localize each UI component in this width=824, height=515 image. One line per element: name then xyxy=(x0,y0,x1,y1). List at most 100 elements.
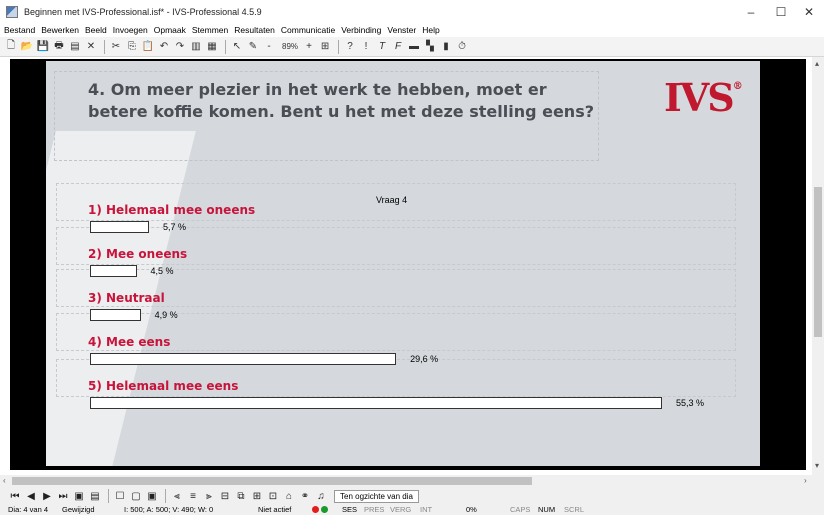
slide-view-icon[interactable]: ▣ xyxy=(72,489,86,503)
status-scrl: SCRL xyxy=(564,505,585,514)
layout-1-icon[interactable]: ☐ xyxy=(113,489,127,503)
cut-icon[interactable]: ✂ xyxy=(109,40,123,54)
slide-navigation: ⏮ ◀ ▶ ⏭ ▣ ▤ ☐ ▢ ▣ ⫷ ≡ ⫸ ⊟ ⧉ ⊞ ⊡ ⌂ ⚭ ♫ Te… xyxy=(0,487,824,505)
status-int: INT xyxy=(420,505,433,514)
align-center-icon[interactable]: ≡ xyxy=(186,489,200,503)
result-value-label: 29,6 % xyxy=(410,354,439,364)
answer-label: 1) Helemaal mee oneens xyxy=(88,203,256,217)
menu-stemmen[interactable]: Stemmen xyxy=(192,25,228,35)
properties-icon[interactable]: ▤ xyxy=(68,40,82,54)
status-verg: VERG xyxy=(390,505,412,514)
close-button[interactable]: ✕ xyxy=(794,0,824,23)
status-modified: Gewijzigd xyxy=(62,505,95,514)
answer-label: 5) Helemaal mee eens xyxy=(88,379,239,393)
maximize-button[interactable]: ☐ xyxy=(766,0,796,23)
scroll-right-icon[interactable]: › xyxy=(804,476,807,485)
copy-icon[interactable]: ⎘ xyxy=(125,40,139,54)
layout-2-icon[interactable]: ▢ xyxy=(129,489,143,503)
ivs-logo: IVS® xyxy=(664,75,744,120)
ungroup-icon[interactable]: ⊡ xyxy=(266,489,280,503)
zoom-in-icon[interactable]: + xyxy=(302,40,316,54)
scroll-left-icon[interactable]: ‹ xyxy=(3,476,6,485)
scroll-up-icon[interactable]: ▴ xyxy=(815,59,819,68)
horizontal-scroll-thumb[interactable] xyxy=(12,477,532,485)
result-value-label: 55,3 % xyxy=(676,398,705,408)
save-icon[interactable]: 💾 xyxy=(36,40,50,54)
menu-venster[interactable]: Venster xyxy=(387,25,416,35)
toolbar: 🗋 📂 💾 🖶 ▤ ✕ ✂ ⎘ 📋 ↶ ↷ ▥ ▦ ↖ ✎ - 89% + ⊞ … xyxy=(0,37,824,57)
horizontal-scrollbar[interactable]: ‹ › xyxy=(0,475,824,487)
pointer-icon[interactable]: ↖ xyxy=(230,40,244,54)
menu-bewerken[interactable]: Bewerken xyxy=(41,25,79,35)
window-title: Beginnen met IVS-Professional.isf* - IVS… xyxy=(24,6,262,17)
status-ses: SES xyxy=(342,505,358,514)
result-value-label: 4,9 % xyxy=(154,310,178,320)
menu-communicatie[interactable]: Communicatie xyxy=(281,25,335,35)
question-icon[interactable]: ? xyxy=(343,40,357,54)
exclamation-icon[interactable]: ! xyxy=(359,40,373,54)
status-slide: Dia: 4 van 4 xyxy=(8,505,49,514)
scroll-down-icon[interactable]: ▾ xyxy=(815,461,819,470)
minimize-button[interactable]: – xyxy=(736,0,766,23)
zoom-out-icon[interactable]: - xyxy=(262,40,276,54)
order-icon[interactable]: ⧉ xyxy=(234,489,248,503)
toolbar-separator xyxy=(165,489,166,503)
redo-icon[interactable]: ↷ xyxy=(173,40,187,54)
bar-chart-icon[interactable]: ▮ xyxy=(439,40,453,54)
menu-help[interactable]: Help xyxy=(422,25,439,35)
toolbar-separator xyxy=(225,39,226,54)
paste-icon[interactable]: 📋 xyxy=(141,40,155,54)
align-left-icon[interactable]: ⫷ xyxy=(170,489,184,503)
first-slide-icon[interactable]: ⏮ xyxy=(8,489,22,503)
open-folder-icon[interactable]: 📂 xyxy=(20,40,34,54)
delete-icon[interactable]: ✕ xyxy=(84,40,98,54)
distribute-icon[interactable]: ⊟ xyxy=(218,489,232,503)
pen-icon[interactable]: ✎ xyxy=(246,40,260,54)
copy-slide-icon[interactable]: ▥ xyxy=(189,40,203,54)
new-file-icon[interactable]: 🗋 xyxy=(4,40,18,54)
toolbar-separator xyxy=(108,489,109,503)
paste-slide-icon[interactable]: ▦ xyxy=(205,40,219,54)
overview-button[interactable]: Ten ogzichte van dia xyxy=(334,489,419,503)
lock-icon[interactable]: ⌂ xyxy=(282,489,296,503)
chart-title: Vraag 4 xyxy=(376,195,408,205)
menu-beeld[interactable]: Beeld xyxy=(85,25,107,35)
answer-label: 4) Mee eens xyxy=(88,335,171,349)
timer-icon[interactable]: ⏱ xyxy=(455,40,469,54)
menu-bestand[interactable]: Bestand xyxy=(4,25,35,35)
menu-bar: Bestand Bewerken Beeld Invoegen Opmaak S… xyxy=(0,23,824,37)
graph-icon[interactable]: ▚ xyxy=(423,40,437,54)
fit-icon[interactable]: ⊞ xyxy=(318,40,332,54)
question-text[interactable]: 4. Om meer plezier in het werk te hebben… xyxy=(88,79,598,123)
menu-invoegen[interactable]: Invoegen xyxy=(113,25,148,35)
undo-icon[interactable]: ↶ xyxy=(157,40,171,54)
slide-list-icon[interactable]: ▤ xyxy=(88,489,102,503)
sound-icon[interactable]: ♫ xyxy=(314,489,328,503)
link-icon[interactable]: ⚭ xyxy=(298,489,312,503)
result-value-label: 5,7 % xyxy=(162,222,186,232)
menu-verbinding[interactable]: Verbinding xyxy=(341,25,381,35)
align-right-icon[interactable]: ⫸ xyxy=(202,489,216,503)
group-icon[interactable]: ⊞ xyxy=(250,489,264,503)
vertical-scroll-thumb[interactable] xyxy=(814,187,822,337)
status-pres: PRES xyxy=(364,505,385,514)
registered-mark: ® xyxy=(732,81,743,92)
last-slide-icon[interactable]: ⏭ xyxy=(56,489,70,503)
result-bar xyxy=(90,353,397,365)
next-slide-icon[interactable]: ▶ xyxy=(40,489,54,503)
text-f-icon[interactable]: F xyxy=(391,40,405,54)
logo-text: IVS xyxy=(664,75,735,120)
answer-label: 3) Neutraal xyxy=(88,291,165,305)
layout-3-icon[interactable]: ▣ xyxy=(145,489,159,503)
result-bar xyxy=(90,309,141,321)
status-counts: I: 500; A: 500; V: 490; W: 0 xyxy=(124,505,214,514)
menu-opmaak[interactable]: Opmaak xyxy=(154,25,186,35)
zoom-level: 89% xyxy=(282,42,299,51)
chart-bar-icon[interactable]: ▬ xyxy=(407,40,421,54)
red-light-icon xyxy=(312,506,319,513)
text-t-icon[interactable]: T xyxy=(375,40,389,54)
vertical-scrollbar[interactable]: ▴ ▾ xyxy=(812,57,824,475)
print-icon[interactable]: 🖶 xyxy=(52,40,66,54)
prev-slide-icon[interactable]: ◀ xyxy=(24,489,38,503)
menu-resultaten[interactable]: Resultaten xyxy=(234,25,275,35)
